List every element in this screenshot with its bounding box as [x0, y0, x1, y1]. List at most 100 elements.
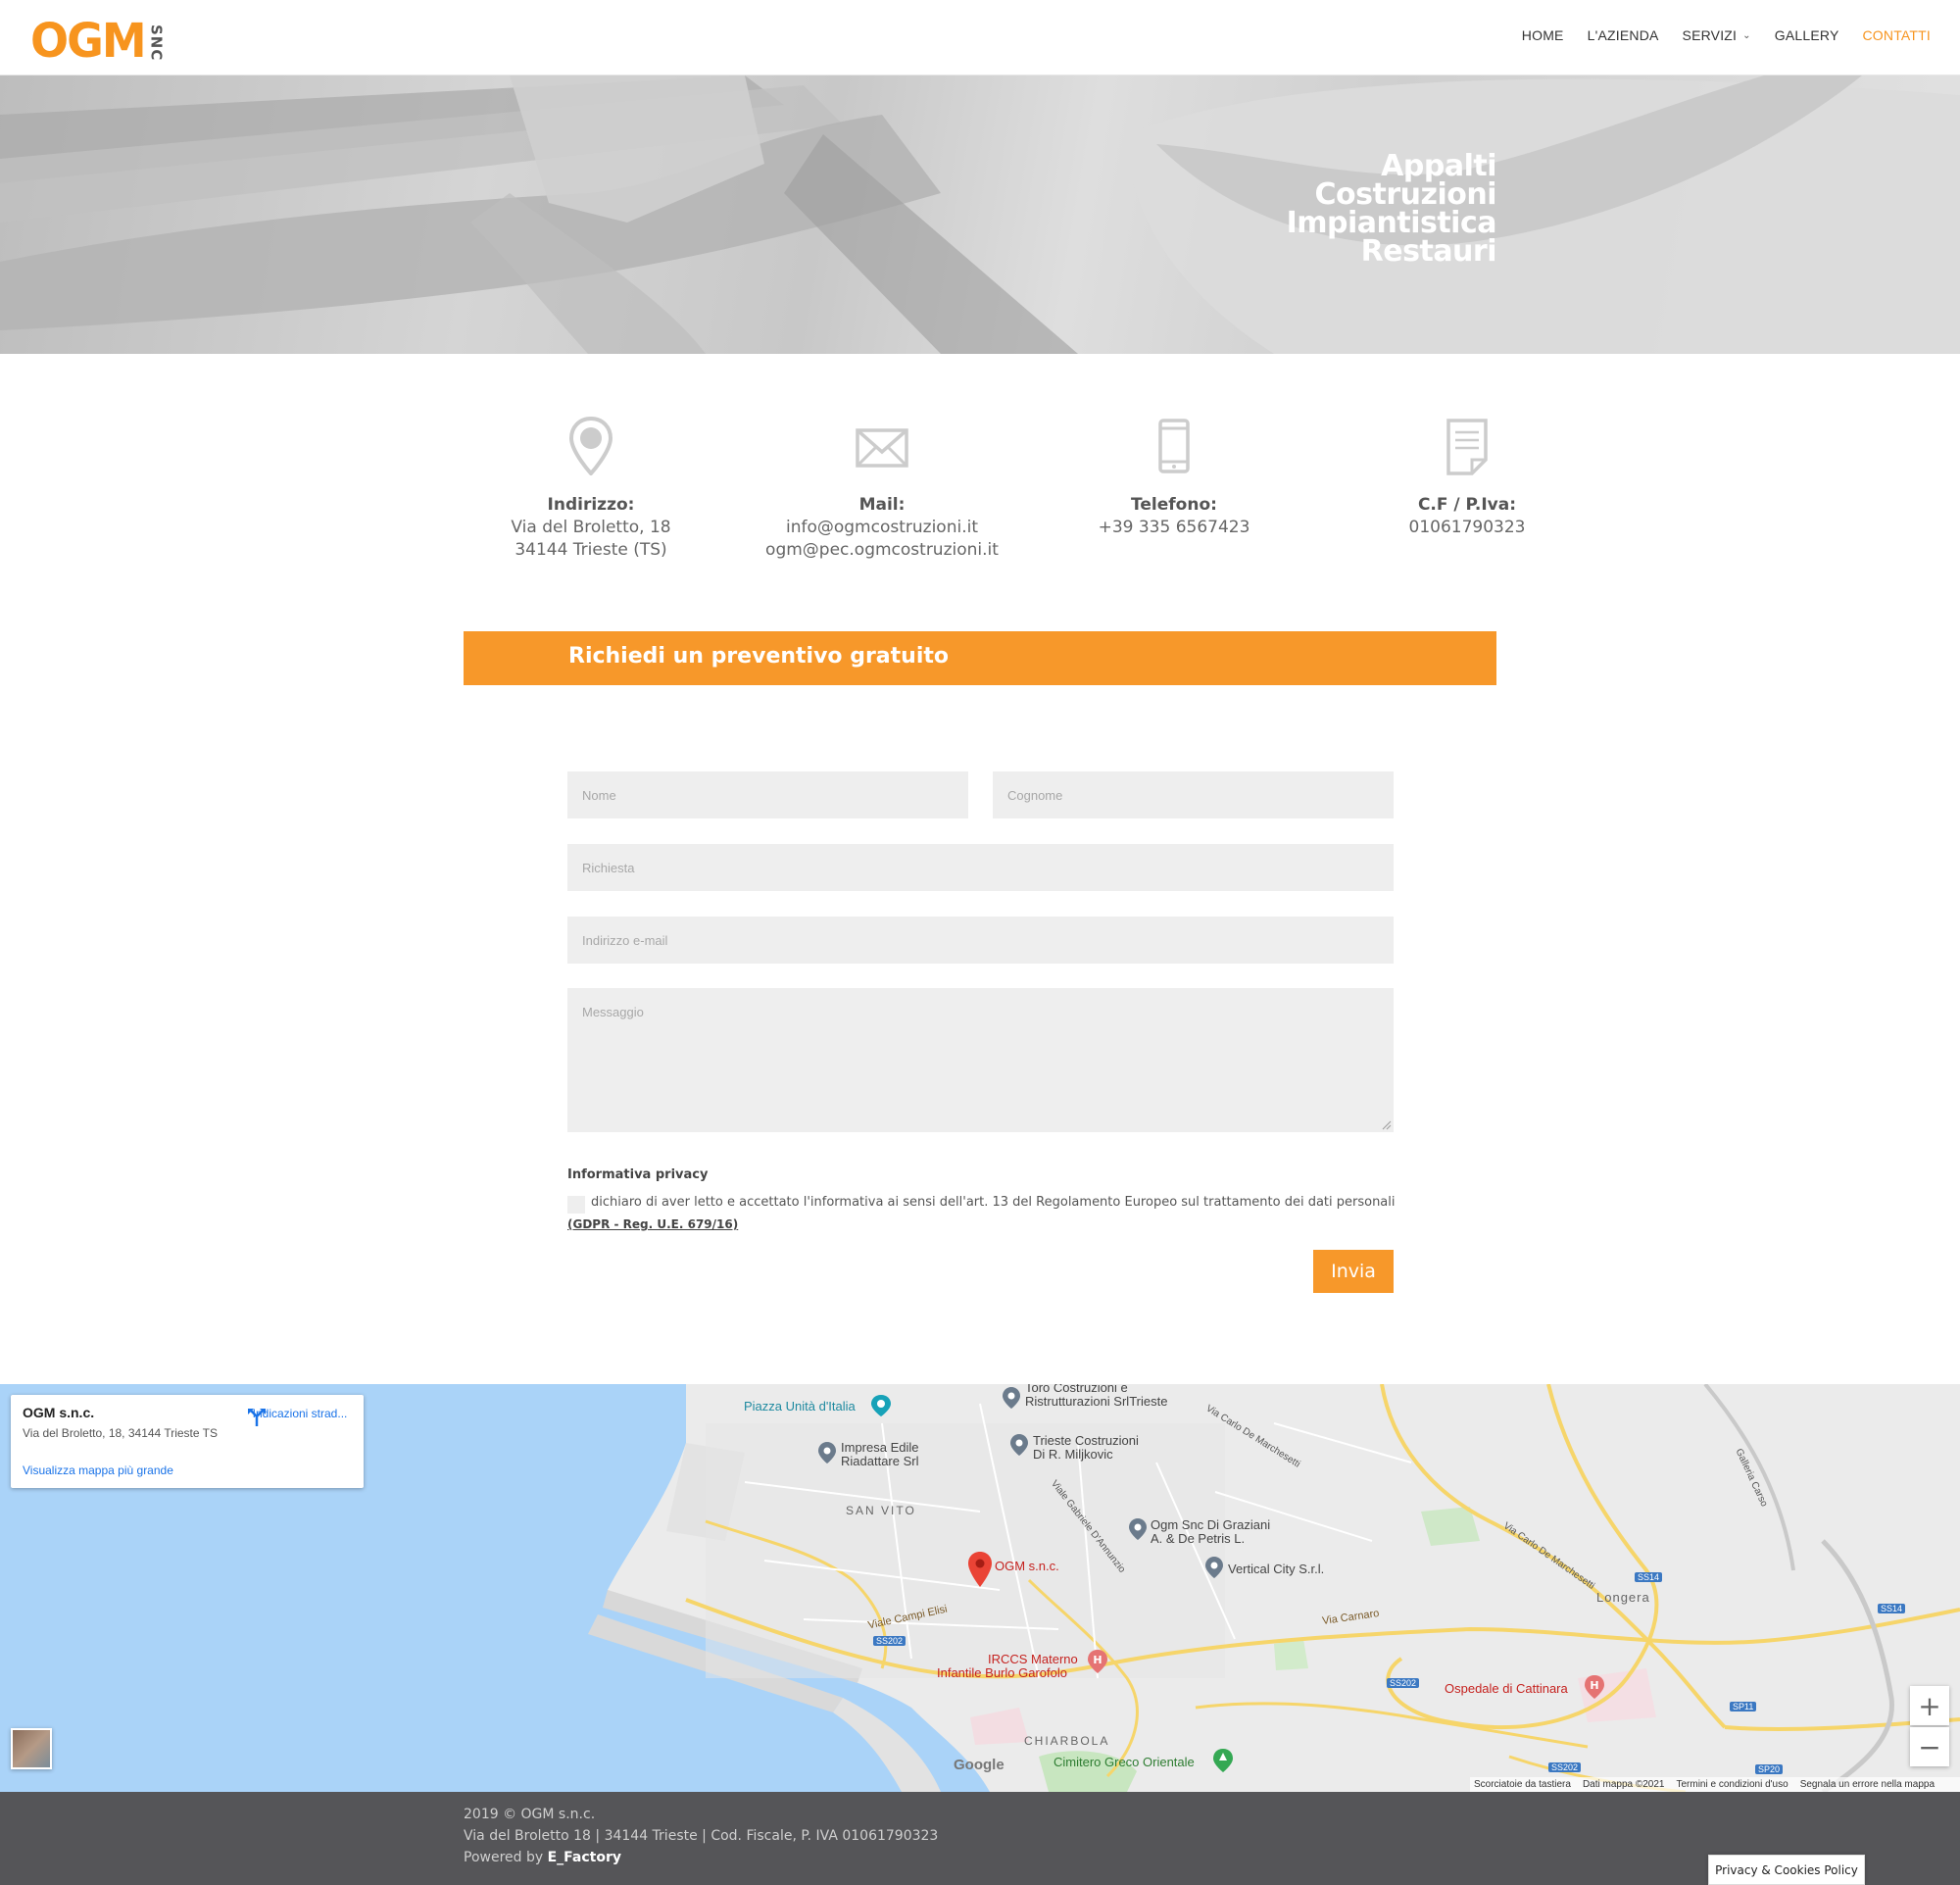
- phone-label: Telefono:: [1131, 495, 1217, 515]
- info-vat: C.F / P.Iva: 01061790323: [1340, 417, 1594, 539]
- email-placeholder: Indirizzo e-mail: [582, 933, 668, 948]
- hero-line-appalti: Appalti: [1381, 149, 1496, 183]
- route-shield-sp11: SP11: [1730, 1702, 1757, 1711]
- nav-home-label: HOME: [1521, 27, 1564, 43]
- business-pin-icon: [1129, 1518, 1147, 1540]
- map-label-chiarbola: CHIARBOLA: [1024, 1734, 1110, 1748]
- main-nav: HOME L'AZIENDA SERVIZI ⌄ GALLERY CONTATTI: [1498, 27, 1931, 43]
- tourist-pin-icon: [871, 1395, 891, 1416]
- map-data-text: Dati mappa ©2021: [1582, 1779, 1665, 1790]
- info-phone: Telefono: +39 335 6567423: [1047, 417, 1301, 539]
- svg-text:H: H: [1093, 1654, 1102, 1666]
- document-icon: [1340, 417, 1594, 481]
- route-shield-ss202-a: SS202: [873, 1636, 906, 1646]
- nome-placeholder: Nome: [582, 788, 616, 803]
- cognome-placeholder: Cognome: [1007, 788, 1063, 803]
- map-label-vertical: Vertical City S.r.l.: [1228, 1562, 1325, 1576]
- site-logo[interactable]: OGM SNC: [30, 12, 166, 69]
- footer-efactory-link[interactable]: E_Factory: [548, 1850, 621, 1865]
- map-place-name: OGM s.n.c.: [23, 1405, 95, 1420]
- messaggio-textarea[interactable]: Messaggio: [567, 988, 1394, 1132]
- google-logo: Google: [954, 1757, 1004, 1773]
- nav-servizi-label: SERVIZI: [1682, 27, 1738, 43]
- logo-sub-text: SNC: [147, 24, 166, 61]
- site-footer: 2019 © OGM s.n.c. Via del Broletto 18 | …: [0, 1792, 1960, 1885]
- hero-line-impiantistica: Impiantistica: [1286, 206, 1497, 240]
- directions-button[interactable]: Indicazioni strad...: [246, 1407, 354, 1426]
- submit-button[interactable]: Invia: [1313, 1250, 1394, 1293]
- nav-gallery[interactable]: GALLERY: [1775, 27, 1839, 43]
- quote-banner: Richiedi un preventivo gratuito: [464, 631, 1496, 685]
- location-pin-icon[interactable]: [967, 1551, 993, 1588]
- map-label-trieste-costr: Trieste Costruzioni: [1033, 1433, 1139, 1448]
- envelope-icon: [755, 417, 1009, 481]
- vat-number: 01061790323: [1408, 518, 1526, 537]
- route-shield-ss14-a: SS14: [1635, 1572, 1663, 1582]
- privacy-cookies-button[interactable]: Privacy & Cookies Policy: [1708, 1855, 1865, 1885]
- vat-label: C.F / P.Iva:: [1417, 495, 1517, 515]
- map-label-cattinara: Ospedale di Cattinara: [1445, 1681, 1568, 1696]
- map-label-irccs: IRCCS Materno: [988, 1652, 1078, 1666]
- richiesta-placeholder: Richiesta: [582, 861, 635, 875]
- route-shield-ss14-b: SS14: [1878, 1604, 1906, 1613]
- privacy-consent-text: dichiaro di aver letto e accettato l'inf…: [591, 1195, 1396, 1210]
- terms-link[interactable]: Termini e condizioni d'uso: [1676, 1779, 1788, 1790]
- address-label: Indirizzo:: [547, 495, 635, 515]
- logo-text: OGM: [30, 12, 147, 69]
- business-pin-icon: [1205, 1557, 1223, 1578]
- business-pin-icon: [818, 1442, 836, 1463]
- map-label-cimitero: Cimitero Greco Orientale: [1054, 1755, 1195, 1769]
- nav-contatti[interactable]: CONTATTI: [1862, 27, 1931, 43]
- map-info-card: OGM s.n.c. Via del Broletto, 18, 34144 T…: [11, 1395, 364, 1488]
- hero-image: [0, 75, 1960, 354]
- info-mail: Mail: info@ogmcostruzioni.it ogm@pec.ogm…: [755, 417, 1009, 562]
- richiesta-input[interactable]: Richiesta: [567, 844, 1394, 891]
- phone-number[interactable]: +39 335 6567423: [1047, 517, 1301, 539]
- nav-azienda-label: L'AZIENDA: [1587, 27, 1659, 43]
- email-input[interactable]: Indirizzo e-mail: [567, 917, 1394, 964]
- footer-copyright: 2019 © OGM s.n.c.: [464, 1807, 596, 1822]
- zoom-in-button[interactable]: +: [1910, 1686, 1949, 1725]
- map-label-impresa2: Riadattare Srl: [841, 1454, 919, 1468]
- nav-azienda[interactable]: L'AZIENDA: [1588, 27, 1659, 43]
- map-attribution-bar: Scorciatoie da tastiera Dati mappa ©2021…: [1470, 1777, 1960, 1792]
- mail-info-link[interactable]: info@ogmcostruzioni.it: [755, 517, 1009, 539]
- footer-address: Via del Broletto 18 | 34144 Trieste | Co…: [464, 1828, 939, 1844]
- nav-servizi[interactable]: SERVIZI ⌄: [1683, 27, 1751, 43]
- hospital-pin-icon: H: [1088, 1650, 1107, 1673]
- privacy-title: Informativa privacy: [567, 1167, 709, 1182]
- footer-powered: Powered by E_Factory: [464, 1850, 621, 1865]
- mail-label: Mail:: [858, 495, 906, 515]
- keyboard-shortcuts-link[interactable]: Scorciatoie da tastiera: [1474, 1779, 1571, 1790]
- route-shield-sp20: SP20: [1755, 1764, 1784, 1774]
- google-map[interactable]: OGM s.n.c. Via del Broletto, 18, 34144 T…: [0, 1384, 1960, 1792]
- cognome-input[interactable]: Cognome: [993, 771, 1394, 818]
- map-label-ogm-graziani2: A. & De Petris L.: [1151, 1531, 1246, 1546]
- nav-gallery-label: GALLERY: [1774, 27, 1839, 43]
- nav-contatti-label: CONTATTI: [1862, 27, 1931, 43]
- business-pin-icon: [1003, 1387, 1020, 1409]
- hospital-pin-icon: H: [1585, 1675, 1604, 1699]
- view-larger-map-link[interactable]: Visualizza mappa più grande: [23, 1463, 173, 1477]
- resize-handle-icon[interactable]: [1382, 1120, 1392, 1130]
- nav-home[interactable]: HOME: [1522, 27, 1564, 43]
- footer-powered-prefix: Powered by: [464, 1850, 548, 1865]
- messaggio-placeholder: Messaggio: [582, 1005, 644, 1019]
- report-error-link[interactable]: Segnala un errore nella mappa: [1800, 1779, 1935, 1790]
- privacy-checkbox[interactable]: [567, 1196, 585, 1214]
- info-address: Indirizzo: Via del Broletto, 18 34144 Tr…: [464, 417, 718, 562]
- hero-tagline: Appalti Costruzioni Impiantistica Restau…: [1286, 149, 1497, 267]
- map-label-trieste-costr2: Di R. Miljkovic: [1033, 1447, 1113, 1462]
- hero-banner: Appalti Costruzioni Impiantistica Restau…: [0, 75, 1960, 354]
- zoom-out-button[interactable]: −: [1910, 1727, 1949, 1766]
- map-pin-icon: [464, 417, 718, 481]
- hero-line-costruzioni: Costruzioni: [1314, 177, 1497, 212]
- gdpr-link[interactable]: (GDPR - Reg. U.E. 679/16): [567, 1217, 738, 1231]
- mail-pec-link[interactable]: ogm@pec.ogmcostruzioni.it: [755, 539, 1009, 562]
- satellite-toggle-thumbnail[interactable]: [11, 1728, 52, 1769]
- map-label-piazza: Piazza Unità d'Italia: [744, 1399, 856, 1414]
- phone-icon: [1047, 417, 1301, 481]
- map-place-address: Via del Broletto, 18, 34144 Trieste TS: [23, 1426, 219, 1440]
- nome-input[interactable]: Nome: [567, 771, 968, 818]
- map-label-san-vito: SAN VITO: [846, 1504, 916, 1517]
